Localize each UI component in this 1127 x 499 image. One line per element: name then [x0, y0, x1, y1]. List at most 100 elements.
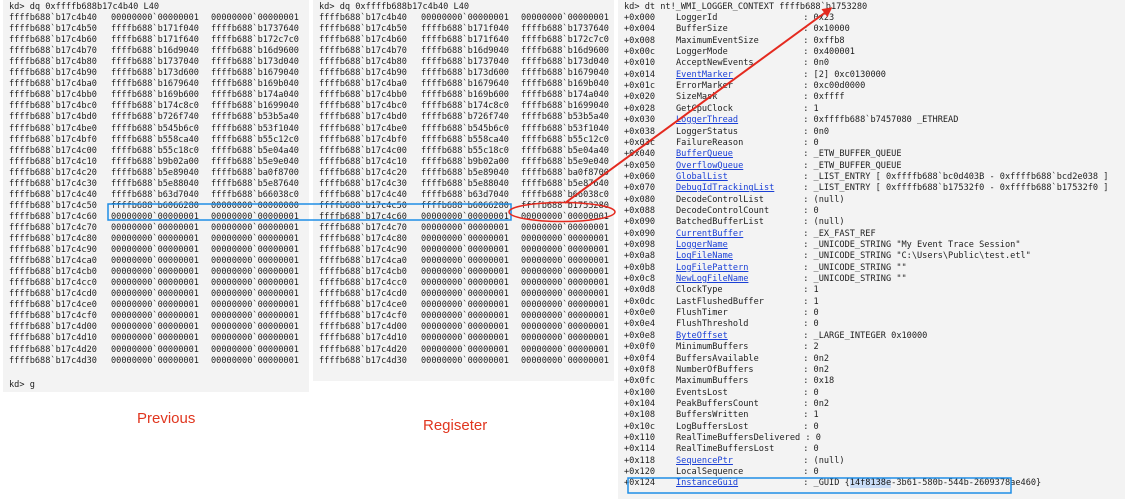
middle-dump-row: ffffb688`b17c4cd0 00000000`00000001 000000…	[319, 289, 609, 300]
middle-dump-cell: 00000000`00000001	[421, 289, 509, 300]
field-value: : [2] 0xc0130000	[803, 69, 886, 80]
field-row: +0x098 LoggerName : _UNICODE_STRING "My E…	[624, 240, 1021, 251]
left-dump-cell: ffffb688`b558ca40	[111, 134, 199, 145]
field-offset: +0x030	[624, 115, 656, 126]
field-value: : 0	[803, 387, 819, 398]
left-dump-cell: ffffb688`b17c4d10	[9, 333, 97, 344]
left-dump-cell: 00000000`00000001	[111, 211, 199, 222]
field-value: : 1	[803, 103, 819, 114]
field-name: LoggerStatus	[676, 126, 739, 137]
left-dump-cell: ffffb688`b17c4b70	[9, 46, 97, 57]
left-dump-cell: 00000000`00000001	[211, 222, 299, 233]
field-offset: +0x0e4	[624, 319, 656, 330]
middle-dump-cell: 00000000`00000001	[421, 267, 509, 278]
middle-dump-cell: ffffb688`b17c4c40	[319, 189, 407, 200]
left-dump-cell: ffffb688`b174c8c0	[111, 101, 199, 112]
middle-dump-cell: 00000000`00000001	[421, 278, 509, 289]
field-name-link[interactable]: NewLogFileName	[676, 274, 798, 285]
field-name: PeakBuffersCount	[676, 398, 759, 409]
field-offset: +0x070	[624, 183, 656, 194]
field-row: +0x0e8 ByteOffset : _LARGE_INTEGER 0x1000…	[624, 331, 927, 342]
field-row: +0x124 InstanceGuid : _GUID {14f8138e-3b6…	[624, 478, 1041, 489]
field-offset: +0x090	[624, 217, 656, 228]
field-value: : _ETW_BUFFER_QUEUE	[803, 160, 902, 171]
left-dump-row: ffffb688`b17c4bd0 ffffb688`b726f740 ffffb6…	[9, 112, 299, 123]
left-dump-cell: ffffb688`b17c4d20	[9, 344, 97, 355]
field-name-link[interactable]: CurrentBuffer	[676, 229, 798, 240]
field-value: : (null)	[803, 217, 845, 228]
left-dump-cell: ffffb688`b17c4c80	[9, 234, 97, 244]
left-dump-cell: 00000000`00000001	[211, 311, 299, 322]
previous-debugger-panel: kd> dq 0xffffb688b17c4b40 L40 ffffb688`b…	[3, 0, 309, 392]
field-name-link[interactable]: ByteOffset	[676, 331, 798, 342]
middle-dump-cell: ffffb688`b1737040	[421, 57, 509, 68]
field-value: : _GUID {14f8138e-3b61-580b-544b-2609378…	[803, 478, 1042, 489]
middle-dump-cell: 00000000`00000001	[421, 333, 509, 344]
middle-dump-cell: ffffb688`b17c4c80	[319, 234, 407, 244]
field-name-link[interactable]: DebugIdTrackingList	[676, 183, 798, 194]
middle-dump-cell: ffffb688`b55c12c0	[521, 134, 609, 145]
field-name: BuffersWritten	[676, 410, 749, 421]
left-dump-cell: ffffb688`b172c7c0	[211, 35, 299, 46]
left-dump-cell: ffffb688`b169b040	[211, 79, 299, 90]
field-name-link[interactable]: LoggerName	[676, 240, 798, 251]
left-dump-cell: ffffb688`b173d040	[211, 57, 299, 68]
field-name-link[interactable]: EventMarker	[676, 70, 798, 81]
left-prompt[interactable]: kd> g	[9, 380, 35, 391]
field-row: +0x070 DebugIdTrackingList : _LIST_ENTRY …	[624, 183, 1108, 194]
field-value: : 1	[803, 296, 819, 307]
field-name: EventsLost	[676, 387, 728, 398]
left-dump-cell: 00000000`00000001	[111, 13, 199, 23]
left-dump-cell: 00000000`00000001	[211, 278, 299, 289]
middle-dump-cell: ffffb688`b16d9600	[521, 46, 609, 57]
field-name: ErrorMarker	[676, 81, 733, 92]
field-value: : 0	[805, 432, 821, 443]
field-name-link[interactable]: OverflowQueue	[676, 161, 798, 172]
left-dump-row: ffffb688`b17c4b70 ffffb688`b16d9040 ffffb6…	[9, 46, 299, 57]
field-name-link[interactable]: GlobalList	[676, 172, 798, 183]
field-value: : _EX_FAST_REF	[803, 228, 876, 239]
field-name-link[interactable]: LogFilePattern	[676, 263, 798, 274]
middle-dump-cell: ffffb688`b1679640	[421, 79, 509, 90]
field-value: : (null)	[803, 455, 845, 466]
field-name-link[interactable]: LoggerThread	[676, 115, 798, 126]
middle-dump-cell: ffffb688`b17c4c20	[319, 167, 407, 178]
middle-dump-cell: ffffb688`b1753280	[521, 200, 609, 211]
left-dump-row: ffffb688`b17c4c80 00000000`00000001 000000…	[9, 234, 299, 245]
middle-dump-cell: ffffb688`b16d9040	[421, 46, 509, 57]
field-name: DecodeControlList	[676, 194, 764, 205]
left-dump-cell: ffffb688`b545b6c0	[111, 123, 199, 134]
field-name: GetCpuClock	[676, 103, 733, 114]
field-name-link[interactable]: SequencePtr	[676, 456, 798, 467]
field-row: +0x010 AcceptNewEvents : 0n0	[624, 58, 829, 69]
field-offset: +0x0f8	[624, 364, 656, 375]
field-offset: +0x014	[624, 69, 656, 80]
field-name-link[interactable]: LogFileName	[676, 251, 798, 262]
left-dump-row: ffffb688`b17c4b40 00000000`00000001 000000…	[9, 13, 299, 24]
middle-dump-row: ffffb688`b17c4bd0 ffffb688`b726f740 ffffb6…	[319, 112, 609, 123]
middle-dump-cell: 00000000`00000001	[521, 278, 609, 289]
middle-dump-cell: ffffb688`b17c4ba0	[319, 79, 407, 90]
field-name-link[interactable]: InstanceGuid	[676, 478, 798, 489]
middle-dump-cell: ffffb688`b173d600	[421, 68, 509, 79]
middle-dump-cell: ffffb688`b17c4c00	[319, 145, 407, 156]
field-value: : _UNICODE_STRING "C:\Users\Public\test.…	[803, 251, 1031, 262]
left-dump-cell: 00000000`00000000	[211, 200, 299, 211]
field-value: : _UNICODE_STRING "My Event Trace Sessio…	[803, 240, 1021, 250]
middle-dump-cell: ffffb688`b17c4d20	[319, 344, 407, 355]
field-name-link[interactable]: BufferQueue	[676, 149, 798, 160]
left-dump-cell: 00000000`00000001	[111, 278, 199, 289]
left-dump-row: ffffb688`b17c4bb0 ffffb688`b169b600 ffffb6…	[9, 90, 299, 101]
field-row: +0x0e4 FlushThreshold : 0	[624, 319, 819, 330]
middle-dump-cell: 00000000`00000001	[421, 245, 509, 256]
field-row: +0x038 LoggerStatus : 0n0	[624, 127, 829, 138]
field-name: MinimumBuffers	[676, 342, 749, 353]
middle-dump-cell: ffffb688`b63d7040	[421, 189, 509, 200]
field-value: : 0n0	[803, 58, 830, 69]
middle-dump-row: ffffb688`b17c4bc0 ffffb688`b174c8c0 ffffb6…	[319, 101, 609, 112]
field-row: +0x0a8 LogFileName : _UNICODE_STRING "C:\…	[624, 251, 1031, 262]
left-dump-row: ffffb688`b17c4b90 ffffb688`b173d600 ffffb6…	[9, 68, 299, 79]
field-offset: +0x0fc	[624, 376, 656, 387]
left-dump-row: ffffb688`b17c4c60 00000000`00000001 000000…	[9, 212, 299, 223]
middle-dump-cell: ffffb688`b66038c0	[521, 189, 609, 200]
